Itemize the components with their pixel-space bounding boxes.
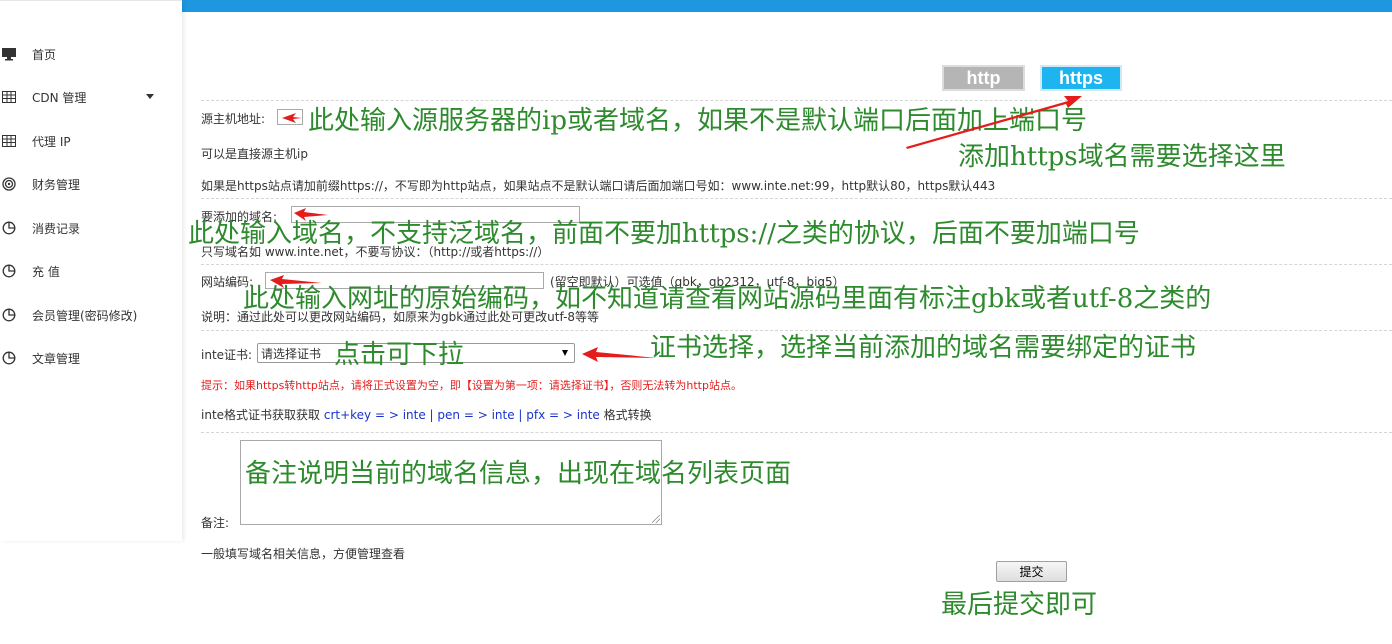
annotation-submit: 最后提交即可: [941, 590, 1098, 620]
annotation-remark: 备注说明当前的域名信息，出现在域名列表页面: [245, 459, 792, 489]
cert-format-links[interactable]: crt+key = > inte | pen = > inte | pfx = …: [324, 408, 600, 422]
sidebar-item-label: 消费记录: [32, 221, 81, 236]
cert-select-value: 请选择证书: [261, 346, 322, 361]
sidebar-item-cdn[interactable]: CDN 管理: [0, 84, 182, 110]
cert-format-line: inte格式证书获取获取 crt+key = > inte | pen = > …: [201, 406, 652, 423]
sidebar-item-label: 代理 IP: [32, 134, 71, 149]
sidebar-item-articles[interactable]: 文章管理: [0, 345, 182, 371]
divider: [201, 198, 1392, 199]
sidebar-item-label: 充 值: [32, 264, 60, 279]
sidebar-item-home[interactable]: 首页: [0, 41, 182, 67]
sidebar-item-members[interactable]: 会员管理(密码修改): [0, 302, 182, 328]
divider: [201, 330, 1392, 331]
https-hint: 如果是https站点请加前缀https://，不写即为http站点，如果站点不是…: [201, 179, 996, 193]
annotation-https-choose: 添加https域名需要选择这里: [958, 142, 1286, 172]
chevron-down-icon: [146, 94, 154, 99]
origin-input[interactable]: [277, 109, 303, 125]
divider: [201, 100, 1392, 101]
annotation-encoding: 此处输入网址的原始编码，如不知道请查看网站源码里面有标注gbk或者utf-8之类…: [243, 284, 1212, 314]
submit-button[interactable]: 提交: [996, 561, 1067, 582]
pie-chart-icon: [2, 264, 16, 278]
origin-label: 源主机地址:: [201, 112, 266, 126]
origin-hint: 可以是直接源主机ip: [201, 147, 308, 161]
annotation-dropdown: 点击可下拉: [334, 340, 465, 370]
https-button[interactable]: https: [1040, 65, 1122, 91]
http-button[interactable]: http: [942, 65, 1025, 91]
cert-label: inte证书:: [201, 348, 253, 362]
annotation-cert: 证书选择，选择当前添加的域名需要绑定的证书: [650, 333, 1197, 363]
cert-warning: 提示：如果https转http站点，请将正式设置为空，即【设置为第一项：请选择证…: [201, 379, 742, 392]
annotation-origin: 此处输入源服务器的ip或者域名，如果不是默认端口后面加上端口号: [308, 106, 1087, 136]
sidebar-item-consumption[interactable]: 消费记录: [0, 215, 182, 241]
resize-grip-icon[interactable]: [652, 515, 660, 523]
sidebar-item-proxy-ip[interactable]: 代理 IP: [0, 128, 182, 154]
chevron-down-icon: [562, 350, 568, 356]
divider: [201, 432, 1392, 433]
sidebar-item-label: 文章管理: [32, 351, 81, 366]
sidebar-item-finance[interactable]: 财务管理: [0, 171, 182, 197]
cert-format-prefix: inte格式证书获取获取: [201, 408, 321, 422]
remark-label: 备注:: [201, 516, 230, 530]
sidebar-item-label: CDN 管理: [32, 90, 87, 105]
fingerprint-icon: [2, 177, 16, 191]
pie-chart-icon: [2, 308, 16, 322]
sidebar-item-label: 首页: [32, 47, 57, 62]
pie-chart-icon: [2, 351, 16, 365]
monitor-icon: [2, 48, 16, 61]
grid-icon: [2, 135, 16, 147]
sidebar-item-recharge[interactable]: 充 值: [0, 258, 182, 284]
annotation-domain: 此处输入域名，不支持泛域名，前面不要加https://之类的协议，后面不要加端口…: [188, 219, 1140, 249]
remark-hint: 一般填写域名相关信息，方便管理查看: [201, 547, 406, 561]
pie-chart-icon: [2, 221, 16, 235]
cert-format-suffix: 格式转换: [603, 408, 652, 422]
divider: [201, 264, 1392, 265]
top-bar: [182, 0, 1392, 12]
sidebar: 首页 CDN 管理 代理 IP 财务管理 消费记录 充 值 会员管理(密码修改)…: [0, 0, 182, 541]
sidebar-item-label: 财务管理: [32, 177, 81, 192]
arrow-cert: [582, 347, 657, 362]
sidebar-item-label: 会员管理(密码修改): [32, 308, 138, 323]
grid-icon: [2, 91, 16, 103]
